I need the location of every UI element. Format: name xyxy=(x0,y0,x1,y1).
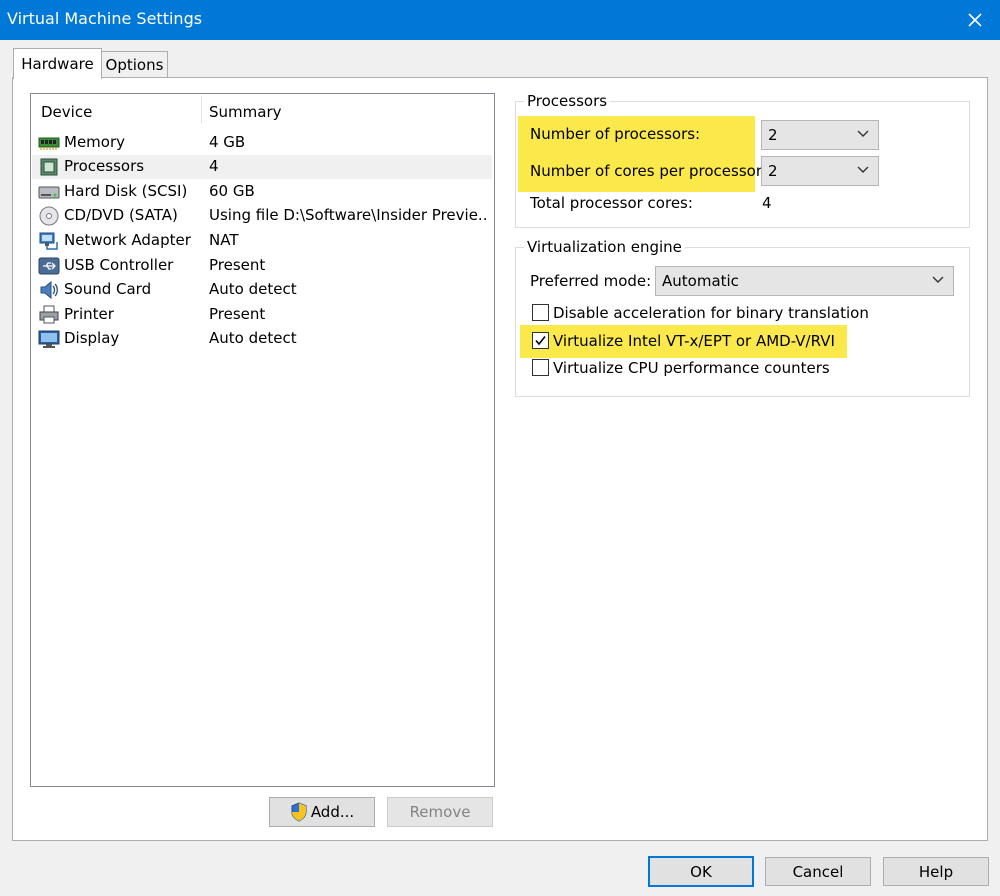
display-icon xyxy=(38,330,60,348)
processor-icon xyxy=(40,158,58,176)
device-name: Printer xyxy=(64,305,114,323)
sound-card-icon xyxy=(40,280,58,300)
device-row-memory[interactable]: Memory 4 GB xyxy=(32,131,492,155)
virtualize-perf-counters-label: Virtualize CPU performance counters xyxy=(553,359,830,377)
summary-column-header[interactable]: Summary xyxy=(209,103,282,121)
device-column-header[interactable]: Device xyxy=(41,103,92,121)
total-cores-value: 4 xyxy=(762,194,772,212)
device-name: Hard Disk (SCSI) xyxy=(64,182,188,200)
cancel-button[interactable]: Cancel xyxy=(765,857,871,886)
total-cores-label: Total processor cores: xyxy=(530,194,693,212)
tab-hardware[interactable]: Hardware xyxy=(13,48,102,79)
device-summary: Present xyxy=(209,305,266,323)
checkmark-icon xyxy=(535,336,546,346)
device-row-display[interactable]: Display Auto detect xyxy=(32,327,492,351)
device-summary: Auto detect xyxy=(209,280,297,298)
help-button-label: Help xyxy=(918,862,954,881)
device-name: Processors xyxy=(64,157,145,175)
cores-per-processor-label: Number of cores per processor: xyxy=(530,162,767,180)
cores-per-processor-value: 2 xyxy=(768,162,778,180)
device-name: Sound Card xyxy=(64,280,152,298)
chevron-down-icon xyxy=(857,166,869,173)
add-button-label: Add... xyxy=(310,803,355,821)
close-button[interactable] xyxy=(950,0,1000,40)
chevron-down-icon xyxy=(857,130,869,137)
tab-options-label: Options xyxy=(105,55,164,74)
preferred-mode-label: Preferred mode: xyxy=(530,272,652,290)
chevron-down-icon xyxy=(932,276,944,283)
device-summary: 4 GB xyxy=(209,133,246,151)
tab-hardware-label: Hardware xyxy=(21,55,94,73)
num-processors-select[interactable]: 2 xyxy=(761,120,879,150)
disable-acceleration-checkbox[interactable] xyxy=(532,304,549,321)
device-summary: Using file D:\Software\Insider Previe... xyxy=(209,206,489,224)
tab-options[interactable]: Options xyxy=(101,51,168,77)
preferred-mode-value: Automatic xyxy=(662,272,739,290)
hard-disk-icon xyxy=(38,186,60,199)
usb-icon xyxy=(38,257,60,275)
virtualize-perf-counters-checkbox[interactable] xyxy=(532,359,549,376)
device-row-printer[interactable]: Printer Present xyxy=(32,303,492,327)
cores-per-processor-select[interactable]: 2 xyxy=(761,156,879,186)
device-list[interactable]: Device Summary Memory 4 GB Processors 4 … xyxy=(30,93,495,787)
device-row-processors[interactable]: Processors 4 xyxy=(32,155,492,179)
remove-button[interactable]: Remove xyxy=(387,797,493,827)
ok-button-label: OK xyxy=(690,862,712,881)
device-row-cd-dvd[interactable]: CD/DVD (SATA) Using file D:\Software\Ins… xyxy=(32,204,492,228)
device-name: CD/DVD (SATA) xyxy=(64,206,178,224)
preferred-mode-select[interactable]: Automatic xyxy=(655,266,954,296)
device-summary: Present xyxy=(209,256,266,274)
memory-icon xyxy=(38,137,60,150)
device-row-hard-disk[interactable]: Hard Disk (SCSI) 60 GB xyxy=(32,180,492,204)
disable-acceleration-label: Disable acceleration for binary translat… xyxy=(553,304,869,322)
cancel-button-label: Cancel xyxy=(792,862,844,881)
window-title: Virtual Machine Settings xyxy=(7,9,203,28)
title-bar: Virtual Machine Settings xyxy=(0,0,1000,40)
device-row-network-adapter[interactable]: Network Adapter NAT xyxy=(32,229,492,253)
device-name: Memory xyxy=(64,133,126,151)
remove-button-label: Remove xyxy=(409,803,471,821)
virtualize-vtx-checkbox[interactable] xyxy=(532,332,549,349)
add-button[interactable]: Add... xyxy=(269,797,375,827)
printer-icon xyxy=(39,305,59,324)
device-name: Display xyxy=(64,329,120,347)
shield-icon xyxy=(291,802,307,822)
device-row-usb-controller[interactable]: USB Controller Present xyxy=(32,254,492,278)
virtualization-group-title: Virtualization engine xyxy=(524,238,685,256)
cd-dvd-icon xyxy=(39,206,59,226)
device-name: USB Controller xyxy=(64,256,174,274)
network-adapter-icon xyxy=(39,232,58,250)
device-summary: Auto detect xyxy=(209,329,297,347)
device-summary: NAT xyxy=(209,231,239,249)
processors-group-title: Processors xyxy=(524,92,611,110)
column-separator[interactable] xyxy=(201,96,202,124)
num-processors-value: 2 xyxy=(768,126,778,144)
virtualize-vtx-label: Virtualize Intel VT-x/EPT or AMD-V/RVI xyxy=(553,332,835,350)
ok-button[interactable]: OK xyxy=(648,856,754,887)
device-row-sound-card[interactable]: Sound Card Auto detect xyxy=(32,278,492,302)
device-summary: 60 GB xyxy=(209,182,255,200)
device-name: Network Adapter xyxy=(64,231,191,249)
num-processors-label: Number of processors: xyxy=(530,125,701,143)
close-icon xyxy=(968,13,982,27)
device-summary: 4 xyxy=(209,157,219,175)
help-button[interactable]: Help xyxy=(883,857,989,886)
